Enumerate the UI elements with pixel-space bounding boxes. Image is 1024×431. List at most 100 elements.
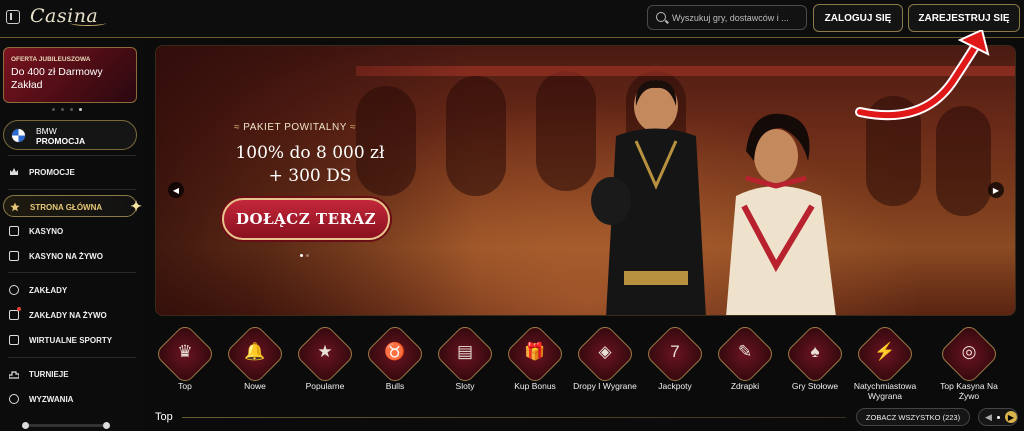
carousel-dot-active[interactable]: [79, 108, 82, 111]
category-zdrapki[interactable]: ✎ Zdrapki: [710, 322, 780, 408]
category-label: Gry Stołowe: [791, 381, 839, 391]
category-top[interactable]: ♛ Top: [150, 322, 220, 408]
logo-swoosh: [70, 20, 106, 26]
category-label: Nowe: [244, 381, 266, 391]
carousel-dot-active[interactable]: [300, 254, 303, 257]
sidebar-item-label: PROMOCJE: [29, 168, 75, 177]
category-top-kasyna-na-zywo[interactable]: ◎ Top Kasyna Na Żywo: [934, 322, 1004, 408]
category-label: Sloty: [455, 381, 475, 391]
cards-icon: [9, 226, 19, 236]
drops-wins-icon: ◈: [598, 342, 612, 361]
bmw-label: BMW: [36, 126, 57, 136]
search-icon: [656, 12, 666, 22]
promo-carousel-dots: [52, 108, 82, 111]
sidebar-item-strona-glowna[interactable]: STRONA GŁÓWNA ✦: [3, 195, 142, 217]
monitor-icon: [9, 335, 19, 345]
top-bar: Casina ZALOGUJ SIĘ ZAREJESTRUJ SIĘ: [0, 0, 1024, 38]
category-gry-stolowe[interactable]: ♠ Gry Stołowe: [780, 322, 850, 408]
live-icon: [9, 310, 19, 320]
join-now-button[interactable]: DOŁĄCZ TERAZ: [222, 198, 390, 240]
carousel-dot[interactable]: [52, 108, 55, 111]
carousel-dot[interactable]: [70, 108, 73, 111]
category-label: Popularne: [305, 381, 345, 391]
ornament-right-icon: ≈: [349, 122, 356, 133]
carousel-dot[interactable]: [306, 254, 309, 257]
crown-icon: [10, 168, 18, 175]
sidebar-divider: [8, 357, 136, 358]
sidebar-item-label: ZAKŁADY NA ŻYWO: [29, 311, 107, 320]
category-natychmiastowa-wygrana[interactable]: ⚡ Natychmiastowa Wygrana: [850, 322, 920, 408]
welcome-banner[interactable]: ≈ PAKIET POWITALNY ≈ 100% do 8 000 zł + …: [155, 45, 1016, 316]
category-jackpoty[interactable]: 7 Jackpoty: [640, 322, 710, 408]
category-label: Top: [178, 381, 192, 391]
sidebar-toggle-icon[interactable]: [6, 10, 20, 24]
chevron-left-icon: ◀: [172, 185, 180, 195]
category-label: Top Kasyna Na Żywo: [940, 381, 998, 401]
sidebar-item-label: KASYNO NA ŻYWO: [29, 252, 103, 261]
category-sloty[interactable]: ▤ Sloty: [430, 322, 500, 408]
ball-icon: [9, 285, 19, 295]
banner-carousel-dots: [300, 254, 309, 257]
banner-headline-line1: 100% do 8 000 zł: [235, 143, 385, 163]
bell-icon: 🔔: [244, 342, 266, 361]
sidebar-item-wyzwania[interactable]: WYZWANIA: [3, 388, 137, 410]
sidebar-item-wirtualne-sporty[interactable]: WIRTUALNE SPORTY: [3, 329, 137, 351]
sidebar-divider: [8, 155, 136, 156]
category-label: Zdrapki: [730, 381, 760, 391]
carousel-dot[interactable]: [61, 108, 64, 111]
category-dropy-i-wygrane[interactable]: ◈ Dropy I Wygrane: [570, 322, 640, 408]
sidebar-item-zaklady-na-zywo[interactable]: ZAKŁADY NA ŻYWO: [3, 304, 137, 326]
bmw-promo-label: PROMOCJA: [36, 136, 86, 146]
category-label: Dropy I Wygrane: [573, 381, 637, 391]
promo-title: Do 400 zł Darmowy Zakład: [11, 66, 103, 91]
category-kup-bonus[interactable]: 🎁 Kup Bonus: [500, 322, 570, 408]
banner-tagline: PAKIET POWITALNY: [243, 122, 347, 133]
sidebar-divider: [8, 189, 136, 190]
category-nowe[interactable]: 🔔 Nowe: [220, 322, 290, 408]
see-all-button[interactable]: ZOBACZ WSZYSTKO (223): [856, 408, 970, 426]
banner-tagline-row: ≈ PAKIET POWITALNY ≈: [234, 122, 356, 133]
sidebar-item-promocje[interactable]: PROMOCJE: [3, 161, 137, 183]
chevron-right-icon: ▶: [992, 185, 1000, 195]
lightning-icon: ⚡: [874, 342, 896, 361]
chevron-left-icon[interactable]: ◀: [985, 412, 992, 423]
chevron-right-icon[interactable]: ▶: [1005, 411, 1017, 423]
sidebar-item-label: KASYNO: [29, 227, 64, 236]
category-label: Jackpoty: [658, 381, 692, 391]
podium-icon: [9, 371, 19, 379]
login-button[interactable]: ZALOGUJ SIĘ: [813, 4, 903, 32]
sidebar-item-label: WYZWANIA: [29, 395, 74, 404]
sidebar-item-kasyno[interactable]: KASYNO: [3, 220, 137, 242]
register-button[interactable]: ZAREJESTRUJ SIĘ: [908, 4, 1020, 32]
category-label: Kup Bonus: [514, 381, 556, 391]
live-cards-icon: [9, 251, 19, 261]
sidebar-divider: [8, 272, 136, 273]
sidebar-item-kasyno-na-zywo[interactable]: KASYNO NA ŻYWO: [3, 245, 137, 267]
jubilee-promo-card[interactable]: OFERTA JUBILEUSZOWA Do 400 zł Darmowy Za…: [3, 47, 137, 103]
sidebar-scroll-handle[interactable]: [22, 422, 110, 429]
banner-headline-line2: + 300 DS: [268, 166, 352, 186]
sidebar-item-label: TURNIEJE: [29, 370, 69, 379]
star-icon: ★: [317, 342, 333, 361]
bmw-logo-icon: [11, 128, 26, 143]
bmw-promo-card[interactable]: BMW PROMOCJA: [3, 120, 137, 150]
pager-dot: [997, 416, 1000, 419]
banner-prev-button[interactable]: ◀: [168, 182, 184, 198]
sidebar-item-turnieje[interactable]: TURNIEJE: [3, 363, 137, 385]
category-popularne[interactable]: ★ Popularne: [290, 322, 360, 408]
sidebar-item-zaklady[interactable]: ZAKŁADY: [3, 279, 137, 301]
banner-next-button[interactable]: ▶: [988, 182, 1004, 198]
slot-machine-icon: ▤: [456, 342, 474, 361]
crown-icon: ♛: [177, 342, 193, 361]
sidebar: OFERTA JUBILEUSZOWA Do 400 zł Darmowy Za…: [0, 39, 145, 431]
sidebar-item-label: ZAKŁADY: [29, 286, 68, 295]
category-label: Natychmiastowa Wygrana: [853, 381, 917, 401]
jackpot-seven-icon: 7: [670, 342, 680, 361]
dancers-illustration: [591, 80, 836, 315]
search-input[interactable]: [672, 10, 802, 26]
live-indicator-dot: [17, 307, 21, 311]
search-box[interactable]: [647, 5, 807, 30]
app: Casina ZALOGUJ SIĘ ZAREJESTRUJ SIĘ OFERT…: [0, 0, 1024, 431]
category-bulls[interactable]: ♉ Bulls: [360, 322, 430, 408]
banner-headline: 100% do 8 000 zł + 300 DS: [218, 142, 402, 188]
